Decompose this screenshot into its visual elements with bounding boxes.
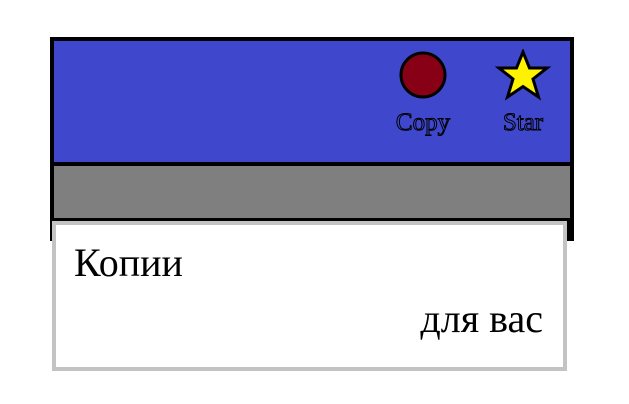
copy-button-label: Copy	[395, 109, 451, 137]
panel-subtitle: для вас	[420, 296, 543, 341]
star-button[interactable]: Star	[488, 49, 558, 149]
panel-title: Копии	[74, 240, 183, 285]
copy-button[interactable]: Copy	[388, 49, 458, 149]
circle-icon	[399, 51, 447, 99]
app-window: Copy Star	[50, 37, 574, 241]
star-icon	[494, 49, 552, 101]
star-button-label: Star	[502, 109, 544, 137]
content-panel: Копии для вас	[52, 221, 567, 371]
toolbar: Copy Star	[54, 41, 570, 162]
gray-band	[54, 166, 570, 218]
